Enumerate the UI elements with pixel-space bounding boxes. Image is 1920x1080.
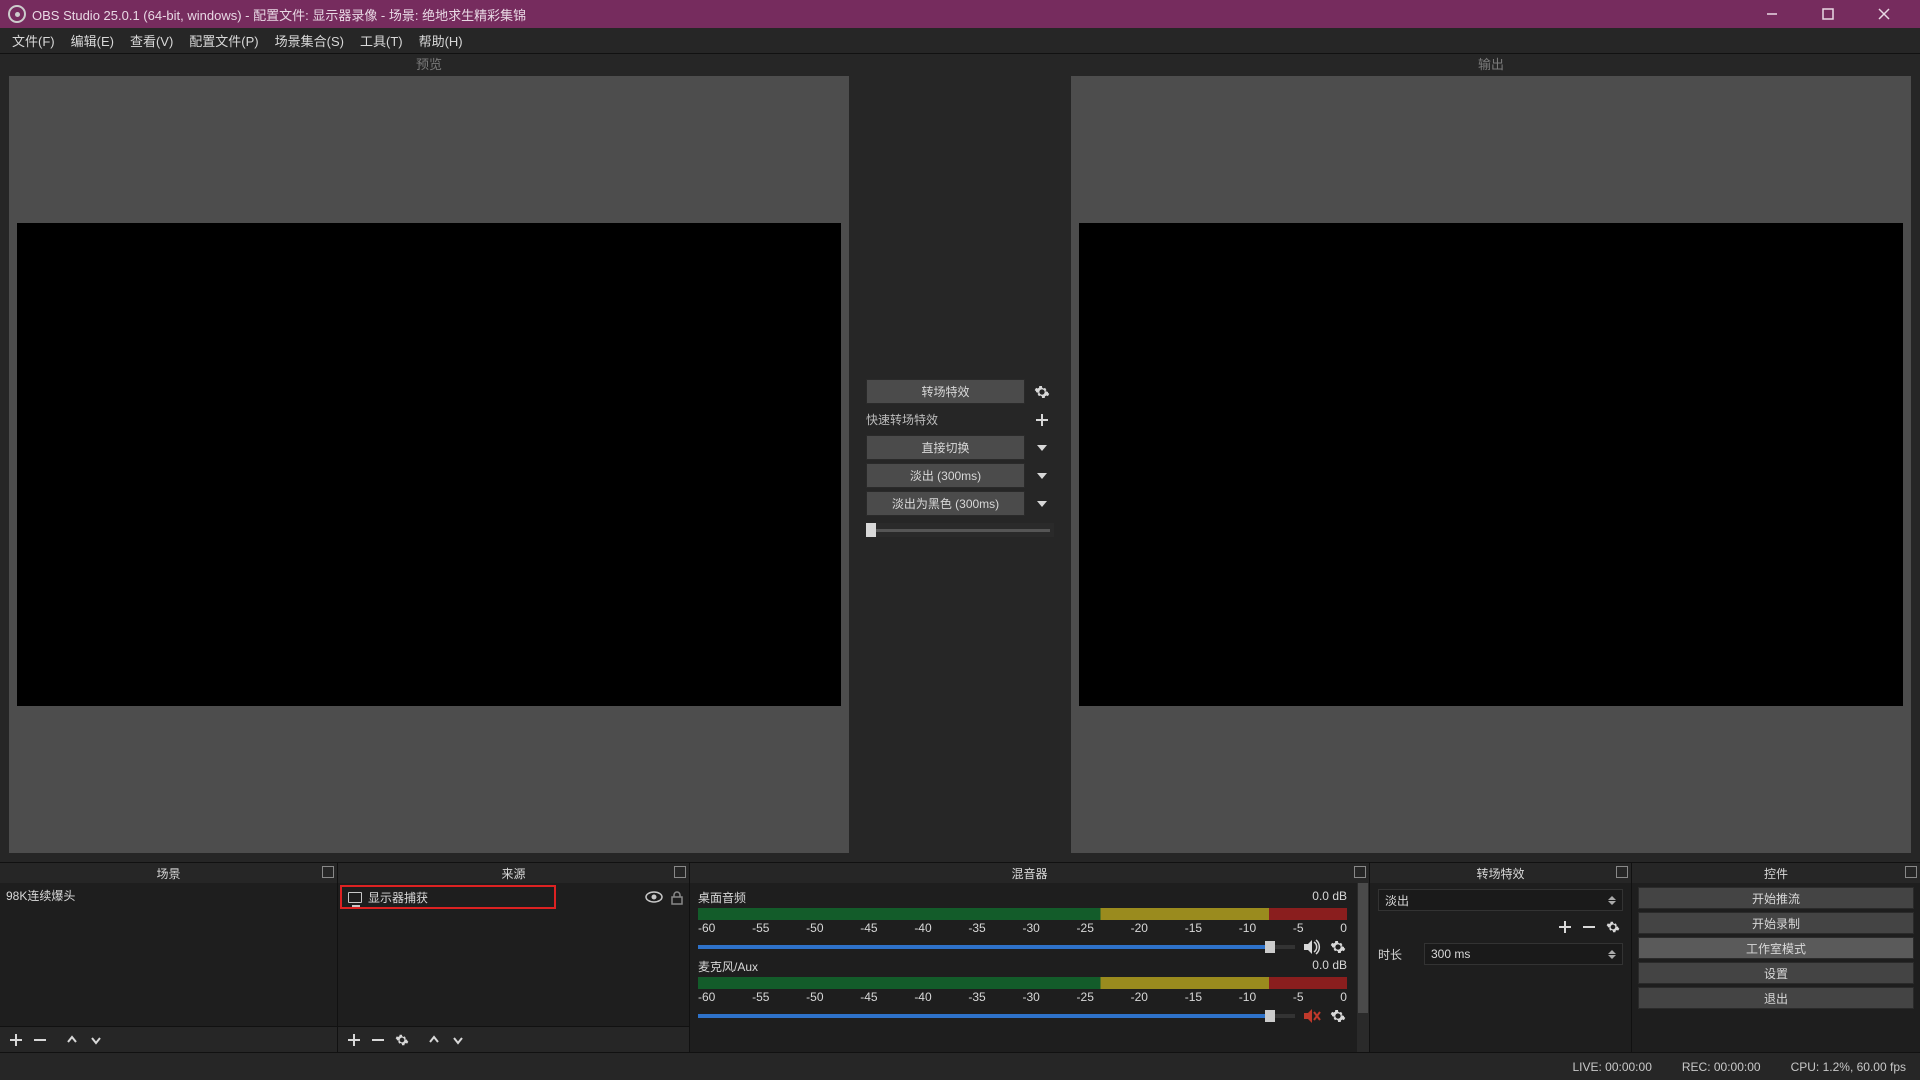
transition-button[interactable]: 转场特效 <box>866 379 1025 404</box>
minimize-button[interactable] <box>1744 0 1800 28</box>
mixer-meter <box>698 977 1347 989</box>
dock-popout-icon[interactable] <box>322 866 334 878</box>
move-scene-down-button[interactable] <box>86 1030 106 1050</box>
quick-transition-fade-black[interactable]: 淡出为黑色 (300ms) <box>866 491 1025 516</box>
move-source-up-button[interactable] <box>424 1030 444 1050</box>
chevron-down-icon[interactable] <box>1029 463 1054 488</box>
menu-profile[interactable]: 配置文件(P) <box>181 28 266 53</box>
mixer-volume-slider[interactable] <box>698 1014 1295 1018</box>
preview-label: 预览 <box>0 54 858 76</box>
mixer-channel: 桌面音频 0.0 dB -60-55-50-45-40-35-30-25-20-1… <box>698 889 1347 956</box>
status-live: LIVE: 00:00:00 <box>1572 1060 1651 1074</box>
quick-transition-fade[interactable]: 淡出 (300ms) <box>866 463 1025 488</box>
duration-value: 300 ms <box>1431 947 1608 961</box>
mixer-channel-db: 0.0 dB <box>1312 958 1347 975</box>
duration-input[interactable]: 300 ms <box>1424 943 1623 965</box>
preview-canvas <box>17 223 841 706</box>
status-rec: REC: 00:00:00 <box>1682 1060 1761 1074</box>
chevron-down-icon[interactable] <box>1029 435 1054 460</box>
mixer-scrollbar[interactable] <box>1357 883 1369 1052</box>
remove-transition-button[interactable] <box>1579 917 1599 937</box>
scene-transitions-dock: 转场特效 淡出 时长 300 ms <box>1370 863 1632 1052</box>
transition-select-value: 淡出 <box>1385 892 1409 909</box>
menu-tools[interactable]: 工具(T) <box>352 28 411 53</box>
mixer-channel-name: 桌面音频 <box>698 889 746 906</box>
add-scene-button[interactable] <box>6 1030 26 1050</box>
menu-view[interactable]: 查看(V) <box>122 28 181 53</box>
add-source-button[interactable] <box>344 1030 364 1050</box>
controls-title: 控件 <box>1764 865 1788 882</box>
transition-slider[interactable] <box>866 523 1054 537</box>
main-area: 预览 转场特效 快速转场特效 直接切换 淡出 ( <box>0 54 1920 862</box>
scenes-title: 场景 <box>156 865 180 882</box>
add-transition-button[interactable] <box>1555 917 1575 937</box>
remove-source-button[interactable] <box>368 1030 388 1050</box>
menu-scene-collection[interactable]: 场景集合(S) <box>267 28 352 53</box>
close-button[interactable] <box>1856 0 1912 28</box>
scene-transitions-title: 转场特效 <box>1476 865 1524 882</box>
controls-dock: 控件 开始推流开始录制工作室模式设置退出 <box>1632 863 1920 1052</box>
chevron-down-icon[interactable] <box>1029 491 1054 516</box>
transition-settings-button[interactable] <box>1603 917 1623 937</box>
mixer-title: 混音器 <box>1011 865 1047 882</box>
window-title: OBS Studio 25.0.1 (64-bit, windows) - 配置… <box>32 5 526 24</box>
mixer-channel: 麦克风/Aux 0.0 dB -60-55-50-45-40-35-30-25-2… <box>698 958 1347 1025</box>
control-button-1[interactable]: 开始录制 <box>1638 912 1914 934</box>
mixer-dock: 混音器 桌面音频 0.0 dB -60-55-50-45-40-35-30-25-… <box>690 863 1370 1052</box>
sources-dock: 来源 显示器捕获 <box>338 863 690 1052</box>
source-settings-button[interactable] <box>392 1030 412 1050</box>
dock-popout-icon[interactable] <box>1905 866 1917 878</box>
transition-column: 转场特效 快速转场特效 直接切换 淡出 (300ms) 淡出为黑色 (3 <box>858 54 1062 862</box>
status-bar: LIVE: 00:00:00 REC: 00:00:00 CPU: 1.2%, … <box>0 1052 1920 1080</box>
source-row[interactable]: 显示器捕获 <box>340 885 556 909</box>
source-label: 显示器捕获 <box>368 889 428 906</box>
mixer-channel-db: 0.0 dB <box>1312 889 1347 906</box>
output-canvas <box>1079 223 1903 706</box>
docks: 场景 98K连续爆头 来源 显示器捕获 <box>0 862 1920 1052</box>
titlebar: OBS Studio 25.0.1 (64-bit, windows) - 配置… <box>0 0 1920 28</box>
add-quick-transition-icon[interactable] <box>1029 407 1054 432</box>
gear-icon[interactable] <box>1329 1007 1347 1025</box>
control-button-2[interactable]: 工作室模式 <box>1638 937 1914 959</box>
speaker-icon[interactable] <box>1303 938 1321 956</box>
obs-logo <box>8 5 26 23</box>
mixer-volume-slider[interactable] <box>698 945 1295 949</box>
output-label: 输出 <box>1062 54 1920 76</box>
mixer-meter <box>698 908 1347 920</box>
mixer-channel-name: 麦克风/Aux <box>698 958 758 975</box>
speaker-muted-icon[interactable] <box>1303 1007 1321 1025</box>
dock-popout-icon[interactable] <box>1354 866 1366 878</box>
mixer-ticks: -60-55-50-45-40-35-30-25-20-15-10-50 <box>698 990 1347 1004</box>
move-source-down-button[interactable] <box>448 1030 468 1050</box>
sources-title: 来源 <box>501 865 525 882</box>
control-button-0[interactable]: 开始推流 <box>1638 887 1914 909</box>
duration-label: 时长 <box>1378 946 1418 963</box>
output-pane[interactable] <box>1071 76 1911 853</box>
monitor-icon <box>348 892 362 903</box>
control-button-4[interactable]: 退出 <box>1638 987 1914 1009</box>
quick-transition-cut[interactable]: 直接切换 <box>866 435 1025 460</box>
preview-pane[interactable] <box>9 76 849 853</box>
transition-select[interactable]: 淡出 <box>1378 889 1623 911</box>
scene-row[interactable]: 98K连续爆头 <box>0 883 337 907</box>
menu-file[interactable]: 文件(F) <box>4 28 63 53</box>
status-cpu: CPU: 1.2%, 60.00 fps <box>1791 1060 1906 1074</box>
visibility-icon[interactable] <box>645 891 663 903</box>
lock-icon[interactable] <box>671 891 683 905</box>
menubar: 文件(F) 编辑(E) 查看(V) 配置文件(P) 场景集合(S) 工具(T) … <box>0 28 1920 54</box>
scenes-dock: 场景 98K连续爆头 <box>0 863 338 1052</box>
transition-settings-icon[interactable] <box>1029 379 1054 404</box>
dock-popout-icon[interactable] <box>674 866 686 878</box>
control-button-3[interactable]: 设置 <box>1638 962 1914 984</box>
move-scene-up-button[interactable] <box>62 1030 82 1050</box>
quick-transition-label: 快速转场特效 <box>866 409 1025 430</box>
gear-icon[interactable] <box>1329 938 1347 956</box>
menu-help[interactable]: 帮助(H) <box>411 28 471 53</box>
menu-edit[interactable]: 编辑(E) <box>63 28 122 53</box>
mixer-ticks: -60-55-50-45-40-35-30-25-20-15-10-50 <box>698 921 1347 935</box>
remove-scene-button[interactable] <box>30 1030 50 1050</box>
dock-popout-icon[interactable] <box>1616 866 1628 878</box>
maximize-button[interactable] <box>1800 0 1856 28</box>
